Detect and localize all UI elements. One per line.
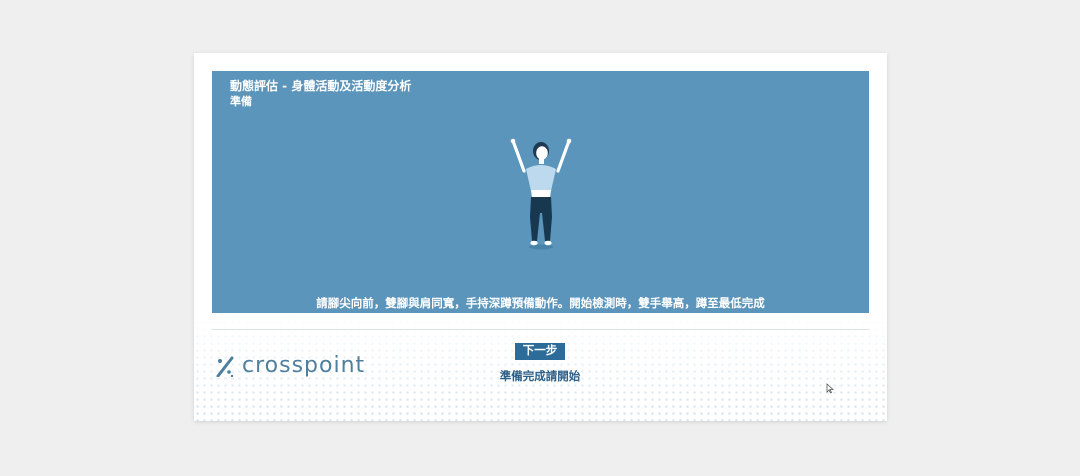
phase-label: 準備 — [230, 95, 252, 108]
exercise-instruction: 請腳尖向前，雙腳與肩同寬，手持深蹲預備動作。開始檢測時，雙手舉高，蹲至最低完成 — [316, 296, 765, 310]
person-arms-raised-icon — [510, 138, 572, 250]
logo-text: crosspoint — [242, 353, 366, 378]
mouse-cursor-icon — [826, 383, 834, 394]
assessment-title: 動態評估 - 身體活動及活動度分析 — [230, 79, 412, 93]
divider — [212, 329, 869, 330]
assessment-card: 動態評估 - 身體活動及活動度分析 準備 請腳尖向前，雙腳與肩同寬，手持深蹲預備… — [194, 53, 887, 421]
crosspoint-logo: crosspoint — [216, 353, 365, 378]
ready-prompt: 準備完成請開始 — [499, 369, 581, 383]
exercise-stage: 動態評估 - 身體活動及活動度分析 準備 請腳尖向前，雙腳與肩同寬，手持深蹲預備… — [212, 71, 869, 313]
crosspoint-mark-icon — [216, 356, 234, 377]
next-step-button[interactable]: 下一步 — [515, 343, 565, 360]
